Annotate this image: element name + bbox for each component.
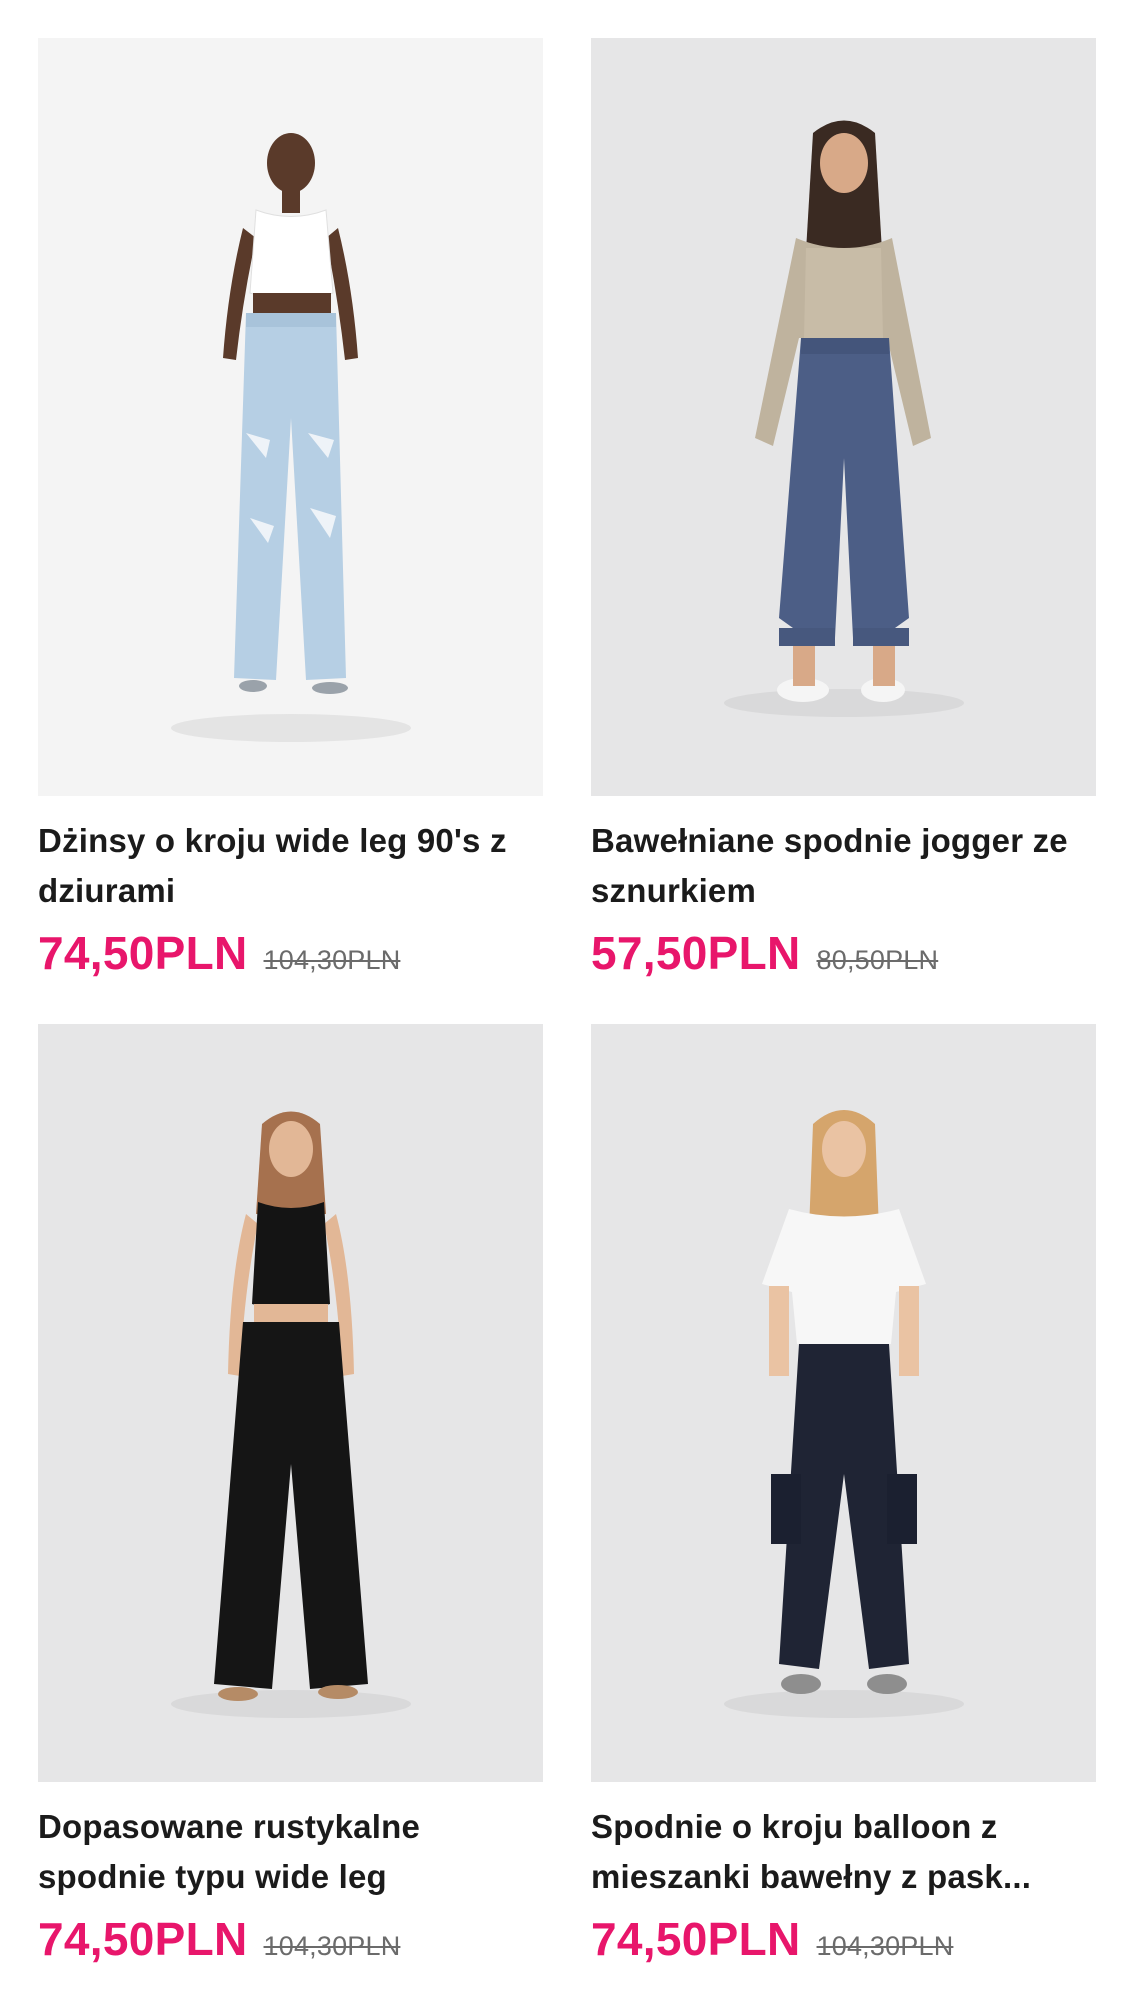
product-image[interactable] (38, 38, 543, 796)
product-image[interactable] (38, 1024, 543, 1782)
product-grid: Dżinsy o kroju wide leg 90's z dziurami … (38, 38, 1096, 1972)
price-row: 74,50PLN 104,30PLN (38, 1912, 543, 1972)
model-balloon-pants-illustration (724, 1110, 964, 1718)
product-title[interactable]: Spodnie o kroju balloon z mieszanki bawe… (591, 1802, 1096, 1902)
model-black-wide-leg-illustration (171, 1111, 411, 1718)
original-price: 80,50PLN (816, 945, 939, 975)
model-light-wide-leg-jeans-illustration (171, 133, 411, 742)
product-card[interactable]: Bawełniane spodnie jogger ze sznurkiem 5… (591, 38, 1096, 986)
product-card[interactable]: Spodnie o kroju balloon z mieszanki bawe… (591, 1024, 1096, 1972)
product-image[interactable] (591, 38, 1096, 796)
price-row: 74,50PLN 104,30PLN (38, 926, 543, 986)
product-card[interactable]: Dopasowane rustykalne spodnie typu wide … (38, 1024, 543, 1972)
original-price: 104,30PLN (816, 1931, 954, 1961)
product-title[interactable]: Dopasowane rustykalne spodnie typu wide … (38, 1802, 543, 1902)
original-price: 104,30PLN (263, 1931, 401, 1961)
sale-price: 74,50PLN (591, 1913, 801, 1965)
sale-price: 57,50PLN (591, 927, 801, 979)
product-image[interactable] (591, 1024, 1096, 1782)
sale-price: 74,50PLN (38, 1913, 248, 1965)
original-price: 104,30PLN (263, 945, 401, 975)
price-row: 57,50PLN 80,50PLN (591, 926, 1096, 986)
product-title[interactable]: Dżinsy o kroju wide leg 90's z dziurami (38, 816, 543, 916)
product-card[interactable]: Dżinsy o kroju wide leg 90's z dziurami … (38, 38, 543, 986)
product-title[interactable]: Bawełniane spodnie jogger ze sznurkiem (591, 816, 1096, 916)
model-jogger-pants-illustration (724, 120, 964, 717)
sale-price: 74,50PLN (38, 927, 248, 979)
price-row: 74,50PLN 104,30PLN (591, 1912, 1096, 1972)
